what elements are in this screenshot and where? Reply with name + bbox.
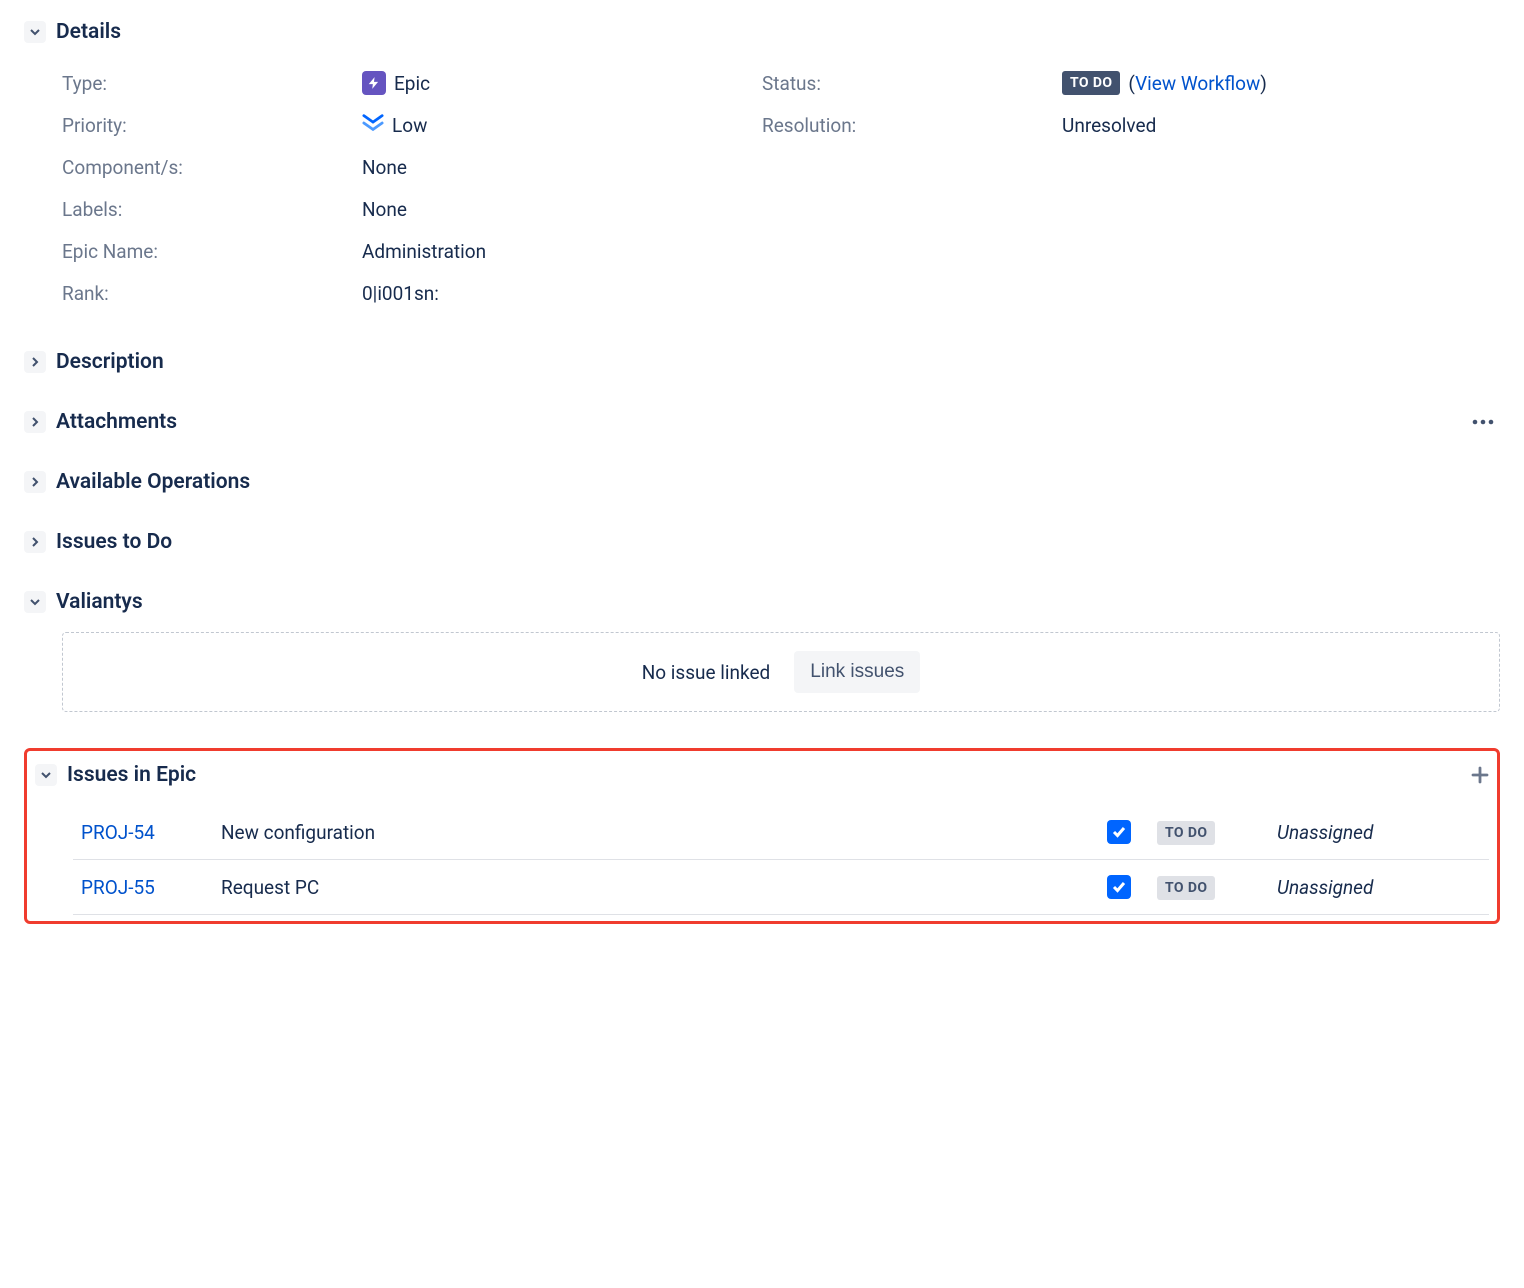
issue-key-link[interactable]: PROJ-55 (73, 860, 213, 915)
chevron-right-icon (29, 476, 41, 488)
issue-checkbox[interactable] (1107, 875, 1131, 899)
issues-in-epic-toggle[interactable] (35, 764, 57, 786)
more-icon (1472, 419, 1494, 425)
issue-summary: Request PC (213, 860, 1089, 915)
epic-icon (362, 71, 386, 95)
description-title: Description (56, 350, 164, 374)
attachments-more-button[interactable] (1466, 413, 1500, 431)
issue-status-badge: TO DO (1157, 821, 1215, 845)
valiantys-empty-text: No issue linked (642, 661, 771, 684)
plus-icon (1471, 766, 1489, 784)
chevron-down-icon (40, 769, 52, 781)
issue-assignee: Unassigned (1269, 805, 1489, 860)
table-row: PROJ-55 Request PC TO DO Unassigned (73, 860, 1489, 915)
status-badge: TO DO (1062, 71, 1120, 95)
check-icon (1112, 825, 1126, 839)
status-label: Status: (762, 72, 1062, 95)
add-issue-button[interactable] (1471, 766, 1489, 784)
resolution-value: Unresolved (1062, 114, 1156, 137)
available-operations-title: Available Operations (56, 470, 250, 494)
components-label: Component/s: (62, 156, 362, 179)
priority-label: Priority: (62, 114, 362, 137)
check-icon (1112, 880, 1126, 894)
chevron-right-icon (29, 536, 41, 548)
valiantys-section: Valiantys No issue linked Link issues (24, 590, 1500, 712)
chevron-down-icon (29, 596, 41, 608)
link-issues-button[interactable]: Link issues (794, 651, 920, 693)
available-operations-section: Available Operations (24, 470, 1500, 494)
issue-key-link[interactable]: PROJ-54 (73, 805, 213, 860)
issue-status-badge: TO DO (1157, 876, 1215, 900)
rank-label: Rank: (62, 282, 362, 305)
details-toggle[interactable] (24, 21, 46, 43)
chevron-right-icon (29, 356, 41, 368)
priority-low-icon (362, 113, 384, 138)
epicname-label: Epic Name: (62, 240, 362, 263)
chevron-down-icon (29, 26, 41, 38)
description-section: Description (24, 350, 1500, 374)
available-operations-toggle[interactable] (24, 471, 46, 493)
attachments-toggle[interactable] (24, 411, 46, 433)
labels-value: None (362, 198, 407, 221)
description-toggle[interactable] (24, 351, 46, 373)
type-value: Epic (394, 72, 430, 95)
rank-value: 0|i001sn: (362, 282, 439, 305)
valiantys-empty-box: No issue linked Link issues (62, 632, 1500, 712)
chevron-right-icon (29, 416, 41, 428)
epicname-value: Administration (362, 240, 486, 263)
attachments-section: Attachments (24, 410, 1500, 434)
resolution-label: Resolution: (762, 114, 1062, 137)
view-workflow-link[interactable]: View Workflow (1135, 72, 1260, 95)
issues-to-do-toggle[interactable] (24, 531, 46, 553)
table-row: PROJ-54 New configuration TO DO Unassign… (73, 805, 1489, 860)
components-value: None (362, 156, 407, 179)
issues-in-epic-title: Issues in Epic (67, 763, 196, 787)
issues-to-do-section: Issues to Do (24, 530, 1500, 554)
details-title: Details (56, 20, 121, 44)
labels-label: Labels: (62, 198, 362, 221)
issue-assignee: Unassigned (1269, 860, 1489, 915)
valiantys-title: Valiantys (56, 590, 143, 614)
issue-summary: New configuration (213, 805, 1089, 860)
valiantys-toggle[interactable] (24, 591, 46, 613)
attachments-title: Attachments (56, 410, 177, 434)
issue-checkbox[interactable] (1107, 820, 1131, 844)
epic-issues-table: PROJ-54 New configuration TO DO Unassign… (73, 805, 1489, 915)
type-label: Type: (62, 72, 362, 95)
details-section: Details Type: Epic Status: TO DO (View W… (24, 20, 1500, 314)
priority-value: Low (392, 114, 427, 137)
issues-in-epic-highlight: Issues in Epic PROJ-54 New configuration… (24, 748, 1500, 924)
issues-to-do-title: Issues to Do (56, 530, 172, 554)
